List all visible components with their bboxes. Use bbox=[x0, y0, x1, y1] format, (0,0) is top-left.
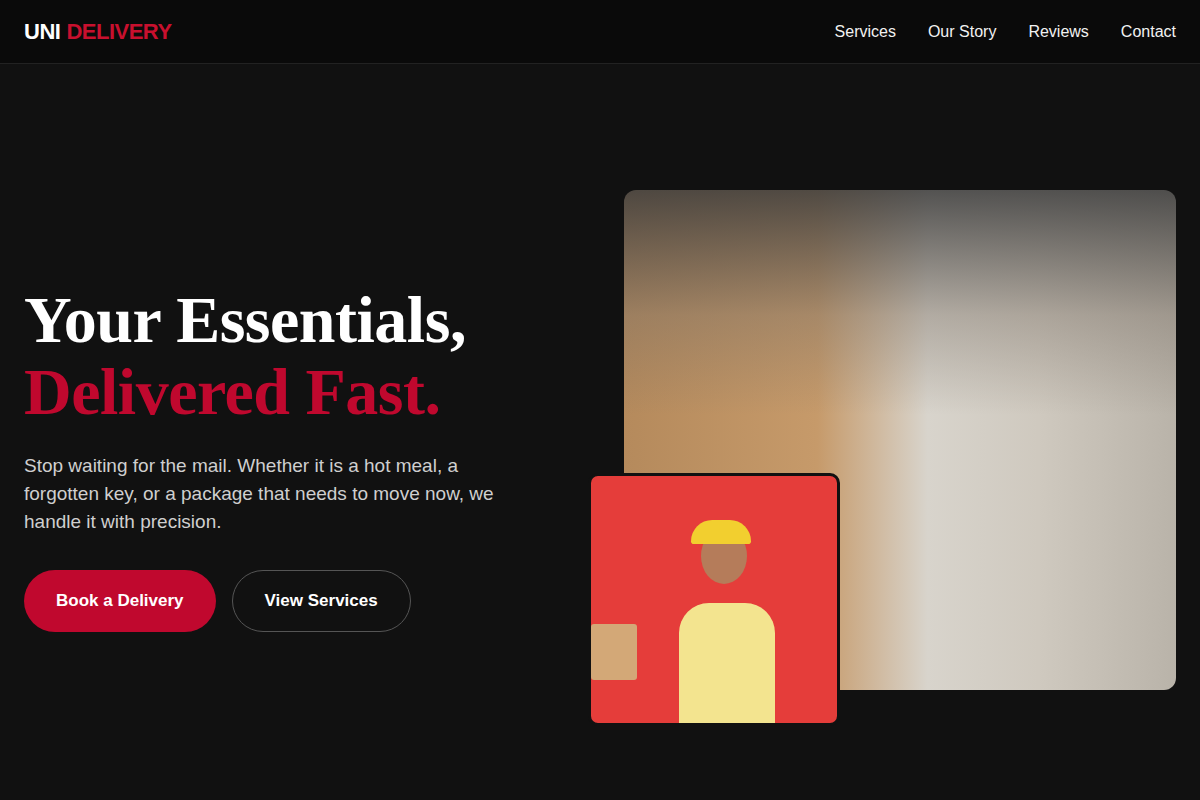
hero-title-line: Your Essentials, bbox=[24, 284, 588, 356]
hero: Your Essentials,Delivered Fast. Stop wait… bbox=[0, 64, 1200, 800]
nav-link[interactable]: Contact bbox=[1121, 23, 1176, 41]
logo-first: UNI bbox=[24, 19, 60, 45]
nav-link[interactable]: Reviews bbox=[1028, 23, 1088, 41]
services-button[interactable]: View Services bbox=[232, 570, 411, 632]
top-nav: UNIDELIVERY Services Our Story Reviews Conta… bbox=[0, 0, 1200, 64]
courier-cap bbox=[691, 520, 751, 544]
courier-photo bbox=[588, 473, 840, 726]
hero-title-line: Delivered Fast. bbox=[24, 356, 588, 428]
hero-text: Your Essentials,Delivered Fast. Stop wait… bbox=[24, 284, 588, 632]
book-button[interactable]: Book a Delivery bbox=[24, 570, 216, 632]
hero-visual bbox=[588, 190, 1176, 726]
logo[interactable]: UNIDELIVERY bbox=[24, 19, 172, 45]
hero-title: Your Essentials,Delivered Fast. bbox=[24, 284, 588, 428]
courier-body bbox=[679, 603, 775, 723]
nav-link[interactable]: Services bbox=[835, 23, 896, 41]
parcel-box bbox=[591, 624, 637, 680]
hero-buttons: Book a Delivery View Services bbox=[24, 570, 588, 632]
logo-second: DELIVERY bbox=[66, 19, 171, 45]
nav-links: Services Our Story Reviews Contact bbox=[835, 23, 1176, 41]
nav-link[interactable]: Our Story bbox=[928, 23, 996, 41]
hero-description: Stop waiting for the mail. Whether it is… bbox=[24, 452, 534, 536]
